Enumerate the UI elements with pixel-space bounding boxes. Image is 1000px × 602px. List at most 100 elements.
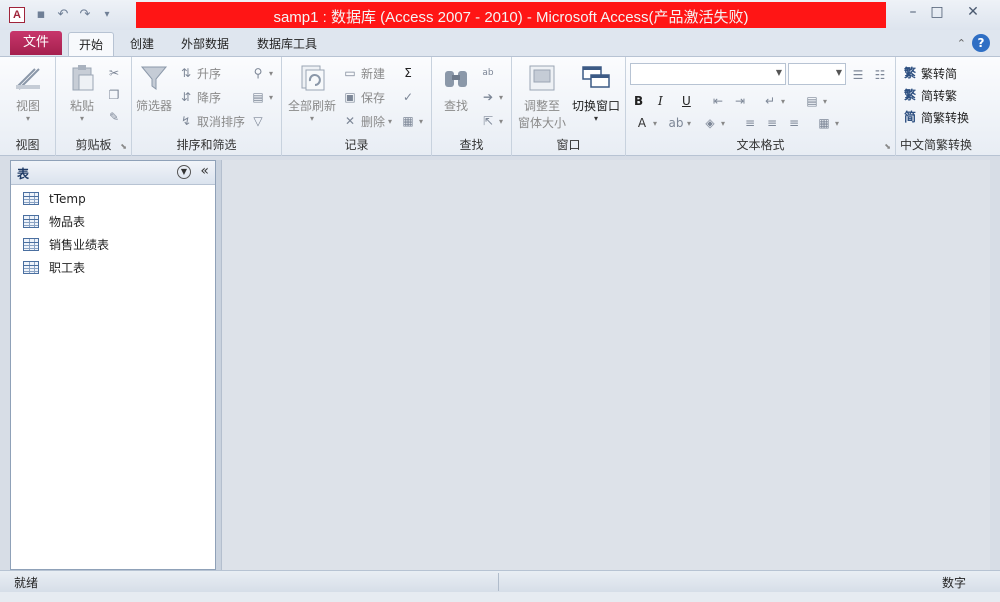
numbering-button[interactable]: ☷	[872, 65, 888, 85]
alternate-row-color-button[interactable]: ▦ ▾	[816, 113, 839, 133]
font-size-combo[interactable]: ▼	[788, 63, 846, 85]
refresh-icon	[301, 65, 325, 91]
dialog-launcher-icon[interactable]: ⬊	[120, 142, 127, 151]
align-right-icon: ≡	[788, 116, 800, 130]
view-button[interactable]: 视图 ▾	[8, 63, 48, 123]
title-bar: A ▪ ↶ ↷ ▾ samp1 : 数据库 (Access 2007 - 201…	[0, 0, 1000, 30]
align-right-button[interactable]: ≡	[786, 113, 802, 133]
decrease-indent-button[interactable]: ⇤	[710, 91, 726, 111]
tab-home[interactable]: 开始	[68, 32, 114, 56]
save-record-button[interactable]: ▣ 保存	[342, 87, 385, 107]
replace-button[interactable]: ab	[480, 63, 496, 83]
gridlines-button[interactable]: ▤ ▾	[804, 91, 827, 111]
paragraph-button[interactable]: ↵ ▾	[762, 91, 785, 111]
help-icon[interactable]: ?	[972, 34, 990, 52]
delete-icon: ✕	[344, 114, 356, 128]
switch-windows-button[interactable]: 切换窗口 ▾	[568, 63, 624, 123]
nav-pane-title: 表	[17, 167, 30, 181]
fill-color-button[interactable]: ◈ ▾	[702, 113, 725, 133]
minimize-ribbon-icon[interactable]: ⌃	[957, 37, 966, 50]
paste-label: 粘贴	[69, 99, 94, 113]
font-color-icon: A	[637, 116, 647, 130]
delete-record-button[interactable]: ✕ 删除 ▾	[342, 111, 392, 131]
toggle-filter-button[interactable]: ▽	[250, 111, 266, 131]
find-label: 查找	[443, 99, 468, 113]
nav-pane-header[interactable]: 表 ▼ «	[11, 161, 215, 185]
chinese-convert-button[interactable]: 简简繁转换	[902, 107, 969, 127]
bullets-button[interactable]: ☰	[850, 65, 866, 85]
font-color-button[interactable]: A ▾	[634, 113, 657, 133]
table-grid-icon: ▦	[818, 116, 830, 130]
spelling-icon: ✓	[402, 90, 414, 104]
totals-button[interactable]: Σ	[400, 63, 416, 83]
align-left-button[interactable]: ≡	[742, 113, 758, 133]
spelling-button[interactable]: ✓	[400, 87, 416, 107]
undo-icon[interactable]: ↶	[54, 6, 72, 24]
window-title: samp1 : 数据库 (Access 2007 - 2010) - Micro…	[273, 9, 749, 26]
nav-item-ttemp[interactable]: tTemp	[11, 187, 215, 210]
numbered-list-icon: ☷	[874, 68, 886, 82]
sort-descending-button[interactable]: ⇵ 降序	[178, 87, 221, 107]
redo-icon[interactable]: ↷	[76, 6, 94, 24]
nav-item-goods[interactable]: 物品表	[11, 210, 215, 233]
customize-qat-icon[interactable]: ▾	[98, 6, 116, 24]
tab-create[interactable]: 创建	[122, 32, 162, 56]
new-record-button[interactable]: ▭ 新建	[342, 63, 385, 83]
copy-button[interactable]: ❐	[106, 85, 122, 105]
access-app-icon[interactable]: A	[9, 7, 25, 23]
tab-database-tools[interactable]: 数据库工具	[250, 32, 324, 56]
dialog-launcher-icon[interactable]: ⬊	[884, 142, 891, 151]
save-record-icon: ▣	[344, 90, 356, 104]
document-work-area	[221, 160, 990, 570]
remove-sort-button[interactable]: ↯ 取消排序	[178, 111, 245, 131]
help-area: ⌃ ?	[957, 34, 990, 52]
sort-ascending-button[interactable]: ⇅ 升序	[178, 63, 221, 83]
selection-filter-button[interactable]: ⚲ ▾	[250, 63, 273, 83]
title-highlight: samp1 : 数据库 (Access 2007 - 2010) - Micro…	[136, 2, 886, 28]
nav-item-label: 职工表	[49, 261, 86, 275]
italic-button[interactable]: I	[658, 91, 663, 111]
goto-button[interactable]: ➔ ▾	[480, 87, 503, 107]
nav-item-employees[interactable]: 职工表	[11, 256, 215, 279]
refresh-all-button[interactable]: 全部刷新 ▾	[286, 63, 338, 123]
format-painter-button[interactable]: ✎	[106, 107, 122, 127]
select-button[interactable]: ⇱ ▾	[480, 111, 503, 131]
quick-access-toolbar: ▪ ↶ ↷ ▾	[32, 6, 116, 24]
advanced-filter-icon: ▤	[252, 90, 264, 104]
switch-windows-icon	[582, 66, 610, 88]
maximize-button[interactable]: □	[922, 2, 952, 24]
cut-button[interactable]: ✂	[106, 63, 122, 83]
group-view: 视图 ▾ 视图	[0, 57, 56, 156]
underline-button[interactable]: U	[682, 91, 691, 111]
chevron-down-icon: ▾	[593, 114, 598, 123]
paste-button[interactable]: 粘贴 ▾	[64, 63, 100, 123]
size-to-fit-button[interactable]: 调整至 窗体大小	[516, 63, 568, 131]
collapse-pane-icon[interactable]: «	[200, 163, 209, 179]
trad-to-simp-button[interactable]: 繁繁转简	[902, 63, 957, 83]
font-name-combo[interactable]: ▼	[630, 63, 786, 85]
increase-indent-button[interactable]: ⇥	[732, 91, 748, 111]
new-record-icon: ▭	[344, 66, 356, 80]
table-icon	[23, 215, 39, 228]
align-center-button[interactable]: ≡	[764, 113, 780, 133]
close-button[interactable]: ✕	[958, 2, 988, 24]
highlight-button[interactable]: ab ▾	[668, 113, 692, 133]
simp-to-trad-button[interactable]: 繁简转繁	[902, 85, 957, 105]
new-record-label: 新建	[361, 66, 386, 81]
tab-external-data[interactable]: 外部数据	[174, 32, 236, 56]
size-to-fit-label-1: 调整至	[523, 99, 560, 113]
save-icon[interactable]: ▪	[32, 6, 50, 24]
bold-button[interactable]: B	[634, 91, 643, 111]
filter-button[interactable]: 筛选器	[134, 63, 174, 114]
ribbon: 视图 ▾ 视图 粘贴 ▾ ✂ ❐ ✎ 剪贴板 ⬊ 筛选器 ⇅ 升序 ⇵ 降序 ↯…	[0, 56, 1000, 156]
nav-item-sales[interactable]: 销售业绩表	[11, 233, 215, 256]
nav-item-label: tTemp	[49, 191, 86, 206]
advanced-filter-button[interactable]: ▤ ▾	[250, 87, 273, 107]
more-records-button[interactable]: ▦ ▾	[400, 111, 423, 131]
sort-ascending-label: 升序	[197, 66, 222, 81]
tab-file[interactable]: 文件	[10, 31, 62, 55]
chevron-down-icon: ▾	[79, 114, 84, 123]
find-button[interactable]: 查找	[436, 63, 476, 114]
nav-menu-chevron-icon[interactable]: ▼	[177, 165, 191, 179]
group-label-window: 窗口	[556, 138, 581, 152]
